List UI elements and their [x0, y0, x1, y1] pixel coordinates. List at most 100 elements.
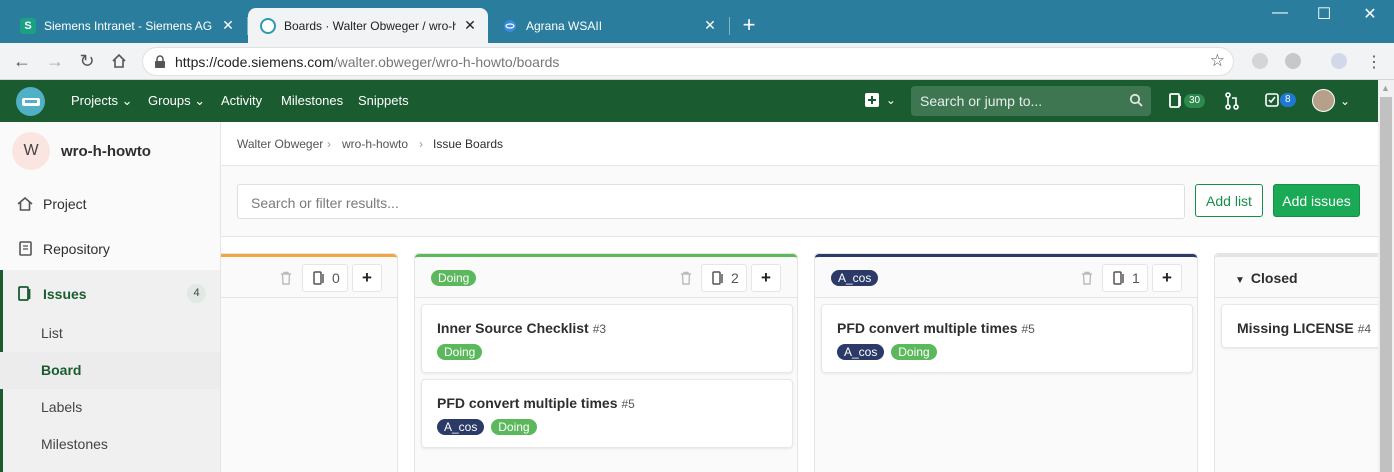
trash-icon[interactable]	[1081, 271, 1093, 285]
breadcrumb-user[interactable]: Walter Obweger	[237, 137, 323, 151]
issues-icon	[1169, 93, 1181, 108]
chevron-down-icon: ⌄	[1340, 93, 1351, 108]
nav-groups-label: Groups	[148, 93, 191, 108]
add-issue-button[interactable]: +	[352, 264, 382, 292]
filter-search-input[interactable]: Search or filter results...	[237, 184, 1185, 219]
sidebar-item-project[interactable]: Project	[0, 185, 220, 222]
merge-requests-icon[interactable]	[1224, 92, 1240, 113]
list-title-label[interactable]: A_cos	[831, 270, 879, 286]
reload-icon[interactable]: ↻	[75, 49, 99, 73]
sidebar-sub-labels[interactable]: Labels	[0, 389, 220, 426]
add-issue-button[interactable]: +	[751, 264, 781, 292]
sidebar-sub-milestones[interactable]: Milestones	[0, 426, 220, 463]
back-icon[interactable]: ←	[10, 49, 34, 73]
user-menu[interactable]: ⌄	[1312, 89, 1350, 112]
add-issues-button[interactable]: Add issues	[1273, 184, 1360, 217]
issue-title[interactable]: Missing LICENSE	[1237, 320, 1354, 336]
forward-icon[interactable]: →	[43, 49, 67, 73]
tab-close-icon[interactable]: ✕	[702, 17, 718, 34]
todos-counter[interactable]: 8	[1265, 93, 1296, 107]
trash-icon[interactable]	[680, 271, 692, 285]
url-text: https://code.siemens.com/walter.obweger/…	[175, 54, 560, 70]
home-icon	[17, 196, 33, 212]
project-avatar: W	[12, 132, 50, 170]
bookmark-star-icon[interactable]: ☆	[1210, 51, 1225, 71]
address-bar: ← → ↻ https://code.siemens.com/walter.ob…	[0, 43, 1394, 80]
tab-close-icon[interactable]: ✕	[462, 17, 478, 34]
issues-icon	[313, 271, 324, 285]
issue-card[interactable]: Missing LICENSE #4	[1221, 304, 1378, 348]
add-issue-button[interactable]: +	[1152, 264, 1182, 292]
nav-snippets[interactable]: Snippets	[358, 93, 409, 108]
issue-title[interactable]: PFD convert multiple times	[837, 320, 1017, 336]
sidebar-item-repository[interactable]: Repository	[0, 230, 220, 267]
filter-placeholder: Search or filter results...	[251, 195, 399, 211]
issue-card[interactable]: PFD convert multiple times #5 A_cos Doing	[421, 379, 793, 448]
tab-agrana[interactable]: Agrana WSAII ✕	[490, 8, 728, 43]
close-window-icon[interactable]: ✕	[1355, 4, 1385, 24]
gitlab-logo-icon[interactable]	[16, 87, 45, 116]
issue-title[interactable]: PFD convert multiple times	[437, 395, 617, 411]
page-scrollbar[interactable]: ▲	[1378, 80, 1394, 472]
issue-label[interactable]: Doing	[491, 419, 537, 435]
globe-favicon-icon	[502, 18, 518, 34]
extension-music-icon[interactable]	[1331, 53, 1347, 69]
issues-counter[interactable]: 30	[1169, 93, 1206, 109]
breadcrumb-current[interactable]: Issue Boards	[433, 137, 503, 151]
tab-title: Siemens Intranet - Siemens AG	[44, 18, 213, 33]
browser-menu-icon[interactable]: ⋮	[1366, 52, 1382, 72]
issue-label[interactable]: A_cos	[837, 344, 885, 360]
gitlab-header: Projects ⌄ Groups ⌄ Activity Milestones …	[0, 80, 1378, 122]
issue-number: #5	[1021, 322, 1035, 336]
tab-boards[interactable]: Boards · Walter Obweger / wro-h ✕	[248, 8, 488, 43]
chevron-down-icon: ⌄	[885, 93, 896, 107]
issue-count: 1	[1132, 270, 1140, 286]
issue-count-box: 1	[1102, 264, 1148, 292]
tab-close-icon[interactable]: ✕	[220, 17, 236, 34]
breadcrumb: Walter Obweger › wro-h-howto › Issue Boa…	[221, 122, 1378, 166]
add-list-button[interactable]: Add list	[1195, 184, 1263, 217]
tab-siemens-intranet[interactable]: S Siemens Intranet - Siemens AG ✕	[8, 8, 246, 43]
issue-card[interactable]: PFD convert multiple times #5 A_cos Doing	[821, 304, 1193, 373]
extension-c-icon[interactable]	[1252, 53, 1268, 69]
plus-square-icon	[865, 93, 879, 107]
search-input[interactable]: Search or jump to...	[911, 86, 1151, 116]
issue-card[interactable]: Inner Source Checklist #3 Doing	[421, 304, 793, 373]
nav-milestones[interactable]: Milestones	[281, 93, 343, 108]
new-tab-icon[interactable]: +	[738, 12, 760, 38]
issue-number: #4	[1357, 322, 1372, 336]
nav-groups[interactable]: Groups ⌄	[148, 93, 205, 109]
maximize-icon[interactable]: ☐	[1309, 4, 1339, 24]
trash-icon[interactable]	[280, 271, 292, 285]
sidebar-item-issues[interactable]: Issues 4	[0, 275, 220, 312]
issues-count-badge: 30	[1184, 94, 1206, 108]
issue-label[interactable]: Doing	[891, 344, 937, 360]
list-title-label[interactable]: Doing	[431, 270, 477, 286]
issue-count: 0	[332, 270, 340, 286]
home-icon[interactable]	[107, 49, 131, 73]
browser-tab-bar: S Siemens Intranet - Siemens AG ✕ Boards…	[0, 0, 1394, 43]
scroll-up-icon[interactable]: ▲	[1381, 83, 1390, 93]
extension-circle-icon[interactable]	[1285, 53, 1301, 69]
issue-label[interactable]: A_cos	[437, 419, 485, 435]
list-title[interactable]: ▼ Closed	[1235, 270, 1298, 286]
minimize-icon[interactable]: —	[1265, 4, 1295, 22]
url-field[interactable]: https://code.siemens.com/walter.obweger/…	[142, 47, 1234, 76]
issues-icon	[712, 271, 723, 285]
issue-count-box: 0	[302, 264, 348, 292]
search-icon	[1129, 93, 1143, 107]
nav-projects-label: Projects	[71, 93, 118, 108]
caret-down-icon: ▼	[1235, 275, 1245, 286]
issue-title[interactable]: Inner Source Checklist	[437, 320, 589, 336]
sidebar-sub-list[interactable]: List	[0, 315, 220, 352]
new-item-dropdown[interactable]: ⌄	[865, 93, 896, 110]
chevron-down-icon: ⌄	[194, 93, 206, 108]
scrollbar-thumb[interactable]	[1380, 97, 1392, 472]
nav-activity[interactable]: Activity	[221, 93, 262, 108]
breadcrumb-project[interactable]: wro-h-howto	[342, 137, 408, 151]
sidebar-sub-board[interactable]: Board	[0, 352, 220, 389]
issue-label[interactable]: Doing	[437, 344, 483, 360]
nav-projects[interactable]: Projects ⌄	[71, 93, 133, 109]
project-header[interactable]: W wro-h-howto	[0, 122, 220, 180]
breadcrumb-separator-icon: ›	[419, 137, 423, 151]
